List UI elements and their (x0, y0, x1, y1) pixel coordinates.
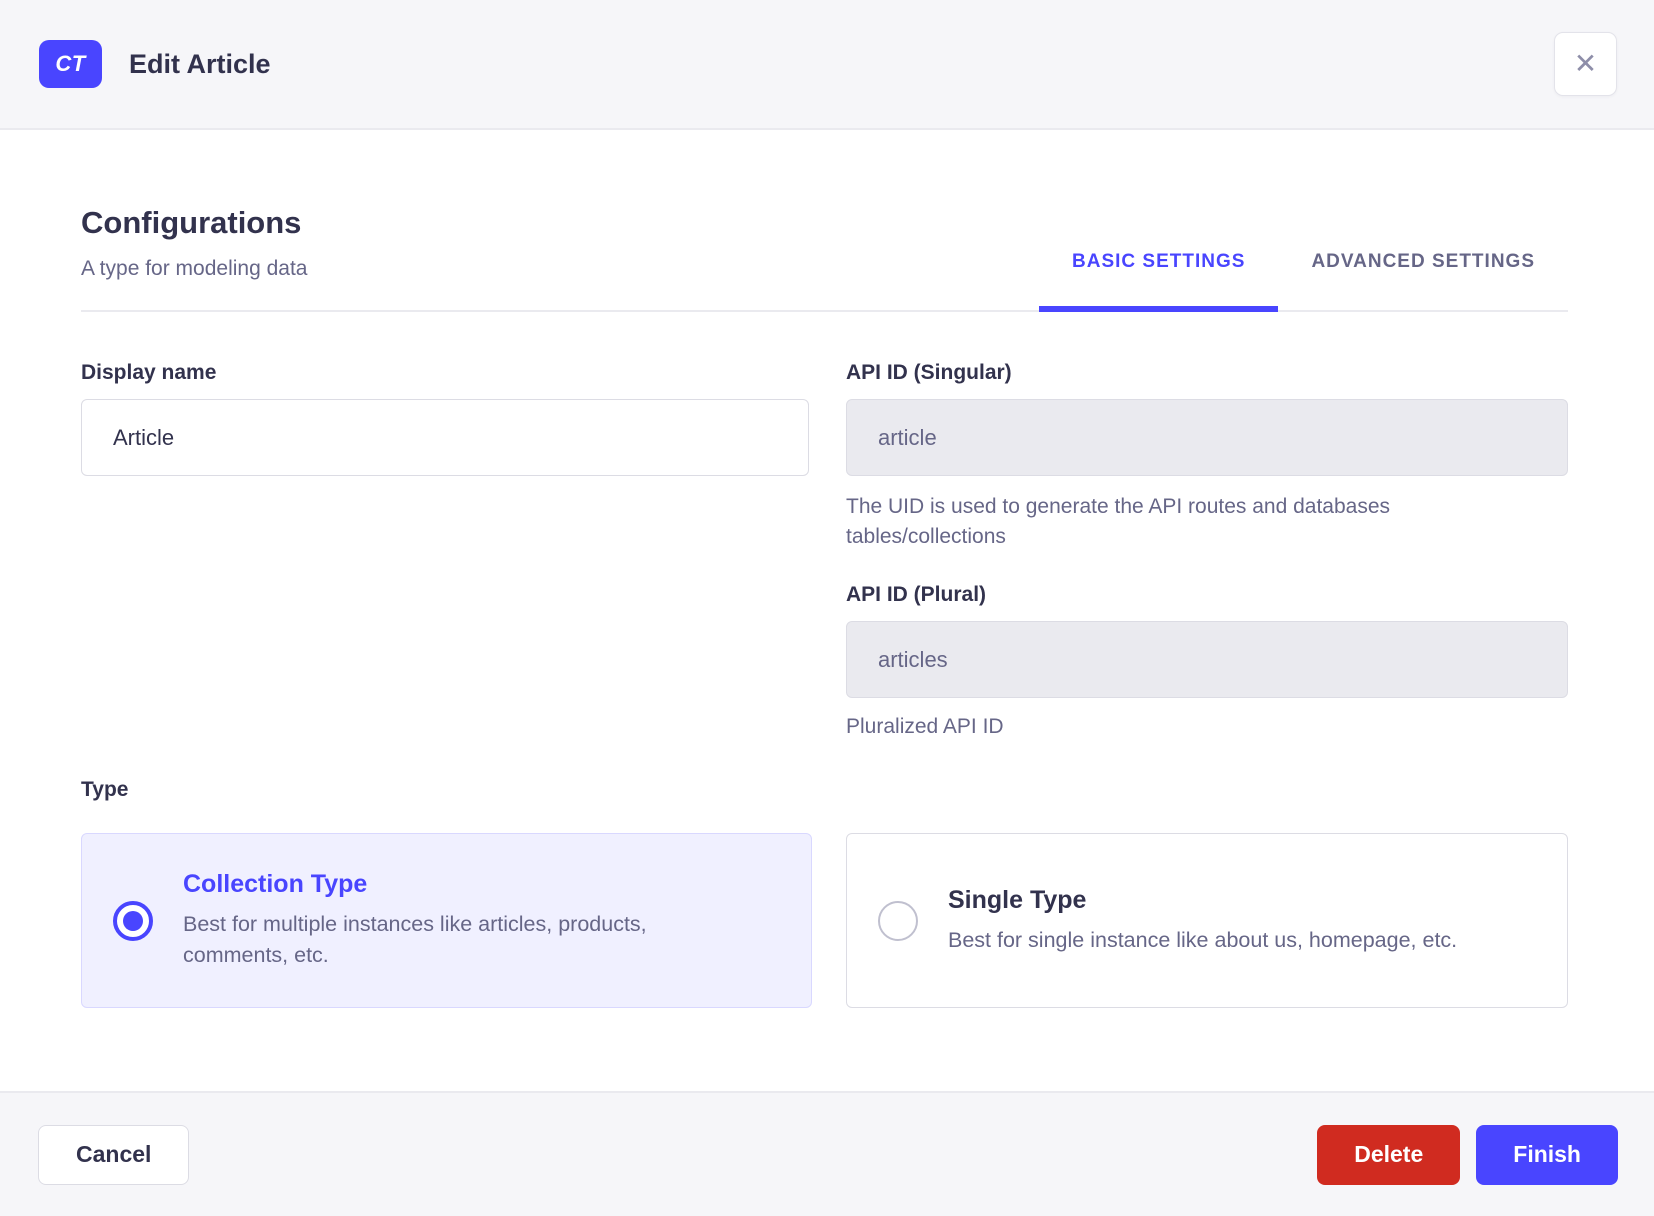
collection-type-option[interactable]: Collection Type Best for multiple instan… (81, 833, 812, 1008)
configurations-heading: Configurations A type for modeling data (81, 203, 307, 310)
collection-type-description: Best for multiple instances like article… (183, 912, 647, 967)
close-icon: ✕ (1573, 48, 1598, 79)
collection-type-text: Collection Type Best for multiple instan… (183, 870, 748, 971)
display-name-input[interactable] (81, 399, 809, 476)
api-id-plural-field-group: API ID (Plural) Pluralized API ID (846, 584, 1568, 742)
close-button[interactable]: ✕ (1554, 32, 1617, 96)
finish-button[interactable]: Finish (1476, 1124, 1618, 1185)
cancel-button[interactable]: Cancel (38, 1124, 190, 1185)
single-type-option[interactable]: Single Type Best for single instance lik… (846, 833, 1568, 1008)
page-subtitle: A type for modeling data (81, 257, 308, 280)
single-type-description: Best for single instance like about us, … (948, 927, 1458, 952)
page-title: Configurations (81, 205, 302, 240)
api-id-singular-hint: The UID is used to generate the API rout… (846, 495, 1391, 548)
content-type-badge-label: CT (55, 51, 86, 76)
modal-footer: Cancel Delete Finish (0, 1091, 1654, 1216)
display-name-field-group: Display name (81, 362, 809, 742)
single-type-radio[interactable] (878, 900, 918, 941)
tab-advanced-settings[interactable]: ADVANCED SETTINGS (1278, 251, 1568, 310)
collection-type-title: Collection Type (183, 870, 368, 898)
tab-bar: BASIC SETTINGS ADVANCED SETTINGS (1039, 203, 1568, 312)
footer-actions: Delete Finish (1317, 1124, 1618, 1185)
api-id-singular-label: API ID (Singular) (846, 361, 1012, 384)
delete-button[interactable]: Delete (1317, 1124, 1461, 1185)
api-id-column: API ID (Singular) The UID is used to gen… (846, 362, 1568, 742)
tab-basic-settings[interactable]: BASIC SETTINGS (1039, 251, 1279, 312)
collection-type-radio[interactable] (113, 900, 153, 941)
type-label: Type (81, 778, 129, 801)
type-options: Collection Type Best for multiple instan… (81, 833, 1568, 1008)
single-type-text: Single Type Best for single instance lik… (948, 886, 1457, 956)
api-id-plural-label: API ID (Plural) (846, 583, 987, 606)
api-id-singular-field-group: API ID (Singular) The UID is used to gen… (846, 362, 1568, 552)
api-id-singular-input (846, 399, 1568, 476)
modal-header: CT Edit Article ✕ (0, 0, 1654, 130)
modal-title: Edit Article (129, 48, 271, 79)
configurations-form: Display name API ID (Singular) The UID i… (81, 362, 1568, 742)
api-id-plural-hint: Pluralized API ID (846, 715, 1004, 738)
single-type-title: Single Type (948, 885, 1087, 914)
display-name-label: Display name (81, 361, 217, 384)
configurations-header-row: Configurations A type for modeling data … (81, 203, 1568, 312)
content-type-badge: CT (39, 40, 102, 88)
modal-body: Configurations A type for modeling data … (0, 130, 1654, 1091)
edit-content-type-modal: CT Edit Article ✕ Configurations A type … (0, 0, 1654, 1216)
api-id-plural-input (846, 621, 1568, 698)
